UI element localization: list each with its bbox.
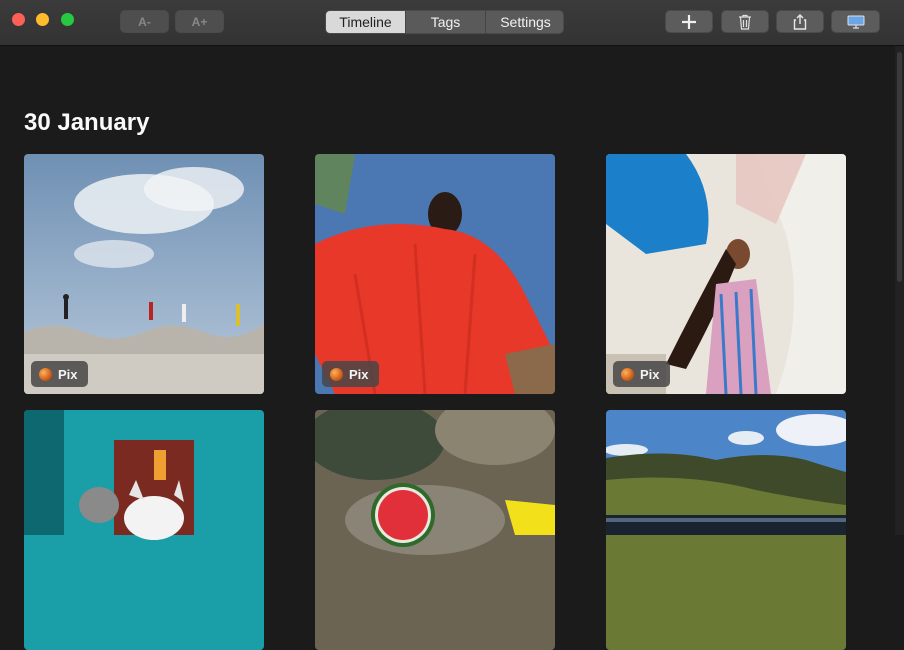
photo-hills — [606, 410, 846, 650]
scrollbar-thumb[interactable] — [897, 52, 902, 282]
badge-label: Pix — [349, 366, 369, 382]
date-heading: 30 January — [24, 109, 150, 136]
photo-tile[interactable] — [24, 410, 264, 650]
photo-watermelon — [315, 410, 555, 650]
display-button[interactable] — [831, 10, 880, 33]
source-badge: Pix — [31, 361, 88, 387]
vertical-scrollbar[interactable] — [895, 46, 904, 535]
photo-dog — [24, 410, 264, 650]
close-window-button[interactable] — [12, 13, 25, 26]
add-button[interactable] — [665, 10, 713, 33]
tab-tags[interactable]: Tags — [406, 11, 486, 33]
photo-blue-fabric — [606, 154, 846, 394]
tab-timeline[interactable]: Timeline — [326, 11, 406, 33]
increase-font-button[interactable]: A+ — [175, 10, 224, 33]
decrease-font-button[interactable]: A- — [120, 10, 169, 33]
view-tabs: Timeline Tags Settings — [325, 10, 564, 34]
photo-tile[interactable] — [315, 410, 555, 650]
pix-app-icon — [621, 367, 634, 381]
pix-app-icon — [330, 367, 343, 381]
toolbar: A- A+ Timeline Tags Settings — [0, 0, 904, 46]
delete-button[interactable] — [721, 10, 769, 33]
pix-app-icon — [39, 367, 52, 381]
tab-settings[interactable]: Settings — [486, 11, 563, 33]
badge-label: Pix — [640, 366, 660, 382]
increase-font-label: A+ — [191, 14, 208, 29]
photo-tile[interactable] — [606, 410, 846, 650]
share-button[interactable] — [776, 10, 824, 33]
share-icon — [793, 13, 807, 30]
decrease-font-label: A- — [138, 14, 151, 29]
source-badge: Pix — [613, 361, 670, 387]
trash-icon — [739, 14, 751, 30]
photo-skate-ramp — [24, 154, 264, 394]
photo-tile[interactable]: Pix — [315, 154, 555, 394]
minimize-window-button[interactable] — [36, 13, 49, 26]
display-icon — [847, 15, 864, 29]
zoom-window-button[interactable] — [61, 13, 74, 26]
source-badge: Pix — [322, 361, 379, 387]
add-icon — [682, 14, 696, 29]
photo-tile[interactable]: Pix — [24, 154, 264, 394]
photo-tile[interactable]: Pix — [606, 154, 846, 394]
badge-label: Pix — [58, 366, 78, 382]
photo-red-shirt — [315, 154, 555, 394]
